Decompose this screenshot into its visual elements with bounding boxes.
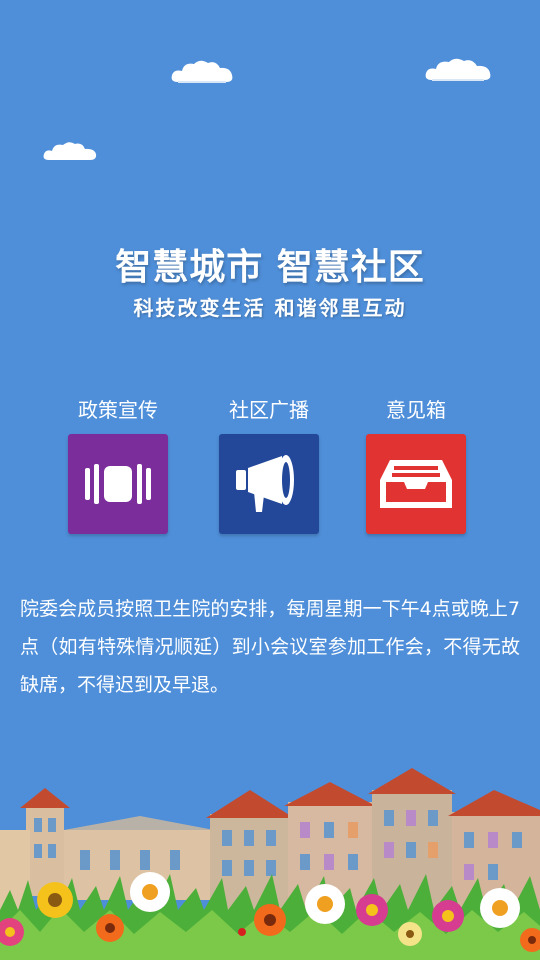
menu-item-suggestion[interactable]: 意见箱	[361, 396, 471, 534]
cloud-decoration	[425, 58, 491, 81]
menu-item-label: 政策宣传	[78, 398, 158, 422]
cloud-decoration	[171, 60, 233, 83]
page-title: 智慧城市 智慧社区	[115, 247, 425, 288]
notice-text: 院委会成员按照卫生院的安排，每周星期一下午4点或晚上7点（如有特殊情况顺延）到小…	[20, 598, 520, 696]
page-subtitle: 科技改变生活 和谐邻里互动	[133, 296, 407, 320]
menu-item-label: 意见箱	[386, 398, 446, 422]
suggestion-button[interactable]	[366, 434, 466, 534]
policy-icon	[85, 464, 151, 504]
megaphone-icon	[236, 455, 294, 512]
menu-item-broadcast[interactable]: 社区广播	[214, 396, 324, 534]
inbox-icon	[380, 460, 452, 508]
broadcast-button[interactable]	[219, 434, 319, 534]
cloud-decoration	[43, 142, 97, 160]
policy-button[interactable]	[68, 434, 168, 534]
menu-item-policy[interactable]: 政策宣传	[63, 396, 173, 534]
town-illustration	[0, 768, 540, 960]
menu-item-label: 社区广播	[229, 398, 309, 422]
